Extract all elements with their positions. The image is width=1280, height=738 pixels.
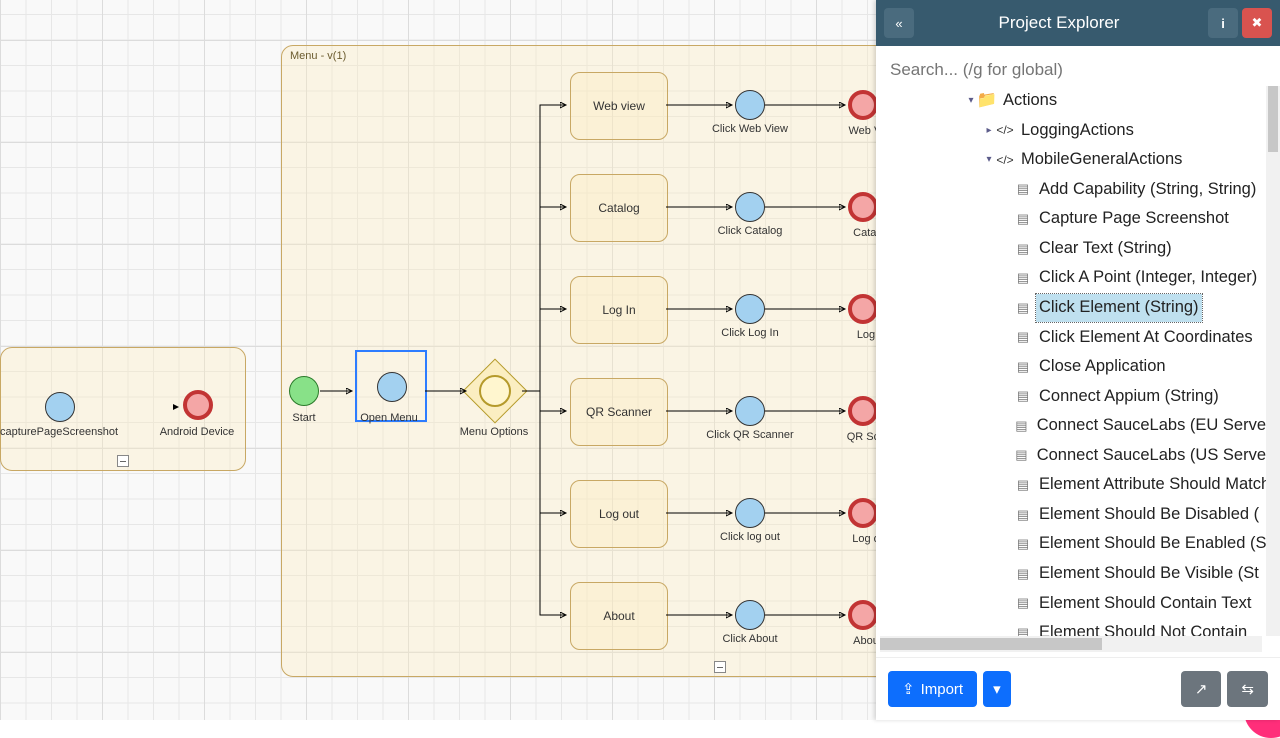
task-catalog[interactable]: Catalog (570, 174, 668, 242)
tree-item[interactable]: ▤Element Should Be Visible (St (876, 559, 1280, 589)
click-action-node[interactable] (735, 498, 765, 528)
import-label: Import (921, 681, 964, 698)
open-menu-node[interactable] (377, 372, 407, 402)
click-action-node[interactable] (735, 600, 765, 630)
collapse-icon[interactable] (714, 661, 726, 673)
tree-item-label: Element Attribute Should Match (1036, 471, 1273, 499)
tree-item[interactable]: ▤Connect SauceLabs (EU Server) (876, 411, 1280, 441)
tree-item[interactable]: ▤Capture Page Screenshot (876, 204, 1280, 234)
tree-item[interactable]: ▤Connect SauceLabs (US Server) (876, 441, 1280, 471)
tree-item-label: Click A Point (Integer, Integer) (1036, 264, 1260, 292)
tree-item-label: Close Application (1036, 353, 1169, 381)
click-action-node[interactable] (735, 192, 765, 222)
click-action-label: Click QR Scanner (697, 429, 803, 441)
sync-icon: ⇆ (1241, 680, 1254, 698)
tree-item[interactable]: ▸</>LoggingActions (876, 116, 1280, 146)
tree-item[interactable]: ▤Click Element (String) (876, 293, 1280, 323)
info-button[interactable]: i (1208, 8, 1238, 38)
tree-item[interactable]: ▾</>MobileGeneralActions (876, 145, 1280, 175)
click-action-node[interactable] (735, 294, 765, 324)
tree-item[interactable]: ▤Connect Appium (String) (876, 382, 1280, 412)
end-event[interactable] (848, 294, 878, 324)
tree-item-label: Actions (1000, 87, 1060, 115)
click-action-label: Click About (697, 633, 803, 645)
workflow-canvas[interactable]: capturePageScreenshot Android Device Men… (0, 0, 876, 720)
click-action-node[interactable] (735, 396, 765, 426)
click-action-label: Click Web View (697, 123, 803, 135)
tree-item-label: Clear Text (String) (1036, 235, 1175, 263)
tree-item-label: Element Should Be Disabled ( (1036, 501, 1262, 529)
click-action-label: Click log out (697, 531, 803, 543)
tree-item-label: MobileGeneralActions (1018, 146, 1185, 174)
close-panel-button[interactable]: ✖ (1242, 8, 1272, 38)
task-log-out[interactable]: Log out (570, 480, 668, 548)
gateway-label: Menu Options (452, 426, 536, 438)
tree-item[interactable]: ▤Element Should Contain Text (876, 589, 1280, 619)
tree-item[interactable]: ▾📁Actions (876, 86, 1280, 116)
chevron-down-icon: ▾ (993, 680, 1001, 698)
horizontal-scrollbar[interactable] (880, 636, 1262, 652)
tree-item-label: Element Should Be Visible (St (1036, 560, 1262, 588)
subprocess-screenshot[interactable]: capturePageScreenshot Android Device (0, 347, 246, 471)
task-qr-scanner[interactable]: QR Scanner (570, 378, 668, 446)
task-about[interactable]: About (570, 582, 668, 650)
click-action-node[interactable] (735, 90, 765, 120)
tree-item-label: Element Should Contain Text (1036, 590, 1255, 618)
end-event[interactable] (848, 498, 878, 528)
panel-footer: ⇪ Import ▾ ↗ ⇆ (876, 657, 1280, 720)
panel-header: « Project Explorer i ✖ (876, 0, 1280, 46)
tree-item[interactable]: ▤Close Application (876, 352, 1280, 382)
task-web-view[interactable]: Web view (570, 72, 668, 140)
open-menu-label: Open Menu (352, 412, 426, 424)
tree-scroll-area[interactable]: ▾📁Actions▸</>LoggingActions▾</>MobileGen… (876, 86, 1280, 652)
tree-item[interactable]: ▤Element Should Be Enabled (S (876, 529, 1280, 559)
arrow (1, 348, 245, 470)
tree-item-label: LoggingActions (1018, 117, 1137, 145)
subprocess-title: Menu - v(1) (290, 50, 346, 62)
start-label: Start (280, 412, 328, 424)
end-event[interactable] (848, 600, 878, 630)
task-log-in[interactable]: Log In (570, 276, 668, 344)
tree-item-label: Connect SauceLabs (US Server) (1034, 442, 1280, 470)
end-event[interactable] (848, 192, 878, 222)
click-action-label: Click Log In (697, 327, 803, 339)
import-dropdown-button[interactable]: ▾ (983, 671, 1011, 707)
search-input[interactable] (886, 52, 1278, 88)
click-action-label: Click Catalog (697, 225, 803, 237)
tree-item[interactable]: ▤Element Should Be Disabled ( (876, 500, 1280, 530)
tree-item-label: Add Capability (String, String) (1036, 176, 1259, 204)
external-link-icon: ↗ (1195, 680, 1208, 698)
upload-icon: ⇪ (902, 680, 915, 698)
project-explorer-panel: « Project Explorer i ✖ ▾📁Actions▸</>Logg… (876, 0, 1280, 720)
tree-item-label: Capture Page Screenshot (1036, 205, 1232, 233)
tree-item[interactable]: ▤Element Attribute Should Match (876, 470, 1280, 500)
refresh-button[interactable]: ⇆ (1227, 671, 1268, 707)
tree-item[interactable]: ▤Add Capability (String, String) (876, 175, 1280, 205)
tree-item-label: Connect SauceLabs (EU Server) (1034, 412, 1280, 440)
tree-item[interactable]: ▤Clear Text (String) (876, 234, 1280, 264)
tree-item-label: Connect Appium (String) (1036, 383, 1222, 411)
tree-item-label: Click Element At Coordinates (1036, 324, 1256, 352)
vertical-scrollbar[interactable] (1266, 86, 1280, 636)
tree-item[interactable]: ▤Click A Point (Integer, Integer) (876, 263, 1280, 293)
tree-item-label: Element Should Be Enabled (S (1036, 530, 1269, 558)
collapse-panel-button[interactable]: « (884, 8, 914, 38)
tree-item[interactable]: ▤Click Element At Coordinates (876, 323, 1280, 353)
start-event[interactable] (289, 376, 319, 406)
end-event[interactable] (848, 396, 878, 426)
panel-title: Project Explorer (914, 13, 1204, 33)
tree-item-label: Click Element (String) (1036, 294, 1202, 322)
end-event[interactable] (848, 90, 878, 120)
import-button[interactable]: ⇪ Import (888, 671, 977, 707)
open-external-button[interactable]: ↗ (1181, 671, 1222, 707)
